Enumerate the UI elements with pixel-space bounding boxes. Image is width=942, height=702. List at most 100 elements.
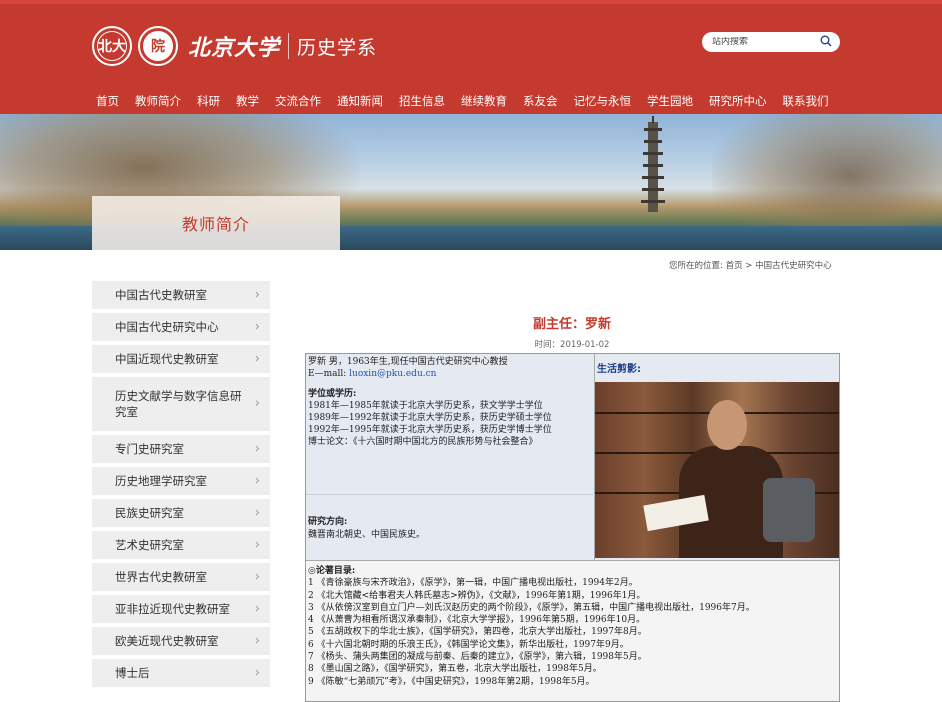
nav-student[interactable]: 学生园地 (647, 93, 693, 109)
sidebar-item-historical-geography[interactable]: 历史地理学研究室 › (92, 467, 270, 495)
profile-table: 罗新 男，1963年生,现任中国古代史研究中心教授 E—mall: luoxin… (305, 353, 840, 702)
publication-item: 9 《陈敏“七弟顽冗”考》，《中国史研究》，1998年第2期，1998年5月。 (308, 676, 595, 687)
nav-exchange[interactable]: 交流合作 (275, 93, 321, 109)
sidebar-item-label: 历史地理学研究室 (115, 474, 207, 488)
research-direction: 魏晋南北朝史、中国民族史。 (308, 530, 426, 540)
nav-alumni[interactable]: 系友会 (523, 93, 558, 109)
education-item: 1981年—1985年就读于北京大学历史系，获文学学士学位 (308, 401, 543, 411)
email-label: E—mall: (308, 369, 347, 379)
chevron-right-icon: › (254, 441, 260, 457)
chevron-right-icon: › (254, 633, 260, 649)
university-seal-icon: 北大 (92, 26, 132, 66)
dissertation: 博士论文：《十六国时期中国北方的民族形势与社会整合》 (308, 437, 538, 447)
department-seal-icon: 院 (138, 26, 178, 66)
profile-info-cell: 罗新 男，1963年生,现任中国古代史研究中心教授 E—mall: luoxin… (306, 354, 595, 561)
publications-section: ◎论著目录: 1 《青徐豪族与宋齐政治》，《原学》，第一辑，中国广播电视出版社，… (306, 562, 839, 688)
sidebar-item-modern-history-dept[interactable]: 中国近现代史教研室 › (92, 345, 270, 373)
sidebar-item-ethnic-history[interactable]: 民族史研究室 › (92, 499, 270, 527)
education-item: 1989年—1992年就读于北京大学历史系，获历史学硕士学位 (308, 413, 552, 423)
sidebar-item-label: 历史文献学与数字信息研究室 (115, 389, 242, 419)
sidebar-item-postdoc[interactable]: 博士后 › (92, 659, 270, 687)
sidebar-item-label: 中国古代史教研室 (115, 288, 207, 302)
chevron-right-icon: › (254, 351, 260, 367)
sidebar-item-label: 中国近现代史教研室 (115, 352, 219, 366)
section-title: 教师简介 (181, 215, 250, 234)
article-title: 副主任：罗新 (532, 317, 611, 332)
email-link[interactable]: luoxin@pku.edu.cn (349, 369, 436, 379)
sidebar-menu: 中国古代史教研室 › 中国古代史研究中心 › 中国近现代史教研室 › 历史文献学与数字… (92, 281, 270, 691)
publication-item: 1 《青徐豪族与宋齐政治》，《原学》，第一辑，中国广播电视出版社，1994年2月… (308, 578, 638, 589)
sidebar-item-label: 亚非拉近现代史教研室 (115, 602, 230, 616)
chevron-right-icon: › (254, 319, 260, 335)
header-strip (0, 0, 942, 4)
sidebar-item-ancient-history-dept[interactable]: 中国古代史教研室 › (92, 281, 270, 309)
sidebar-item-europe-america[interactable]: 欧美近现代史教研室 › (92, 627, 270, 655)
publication-item: 5 《五胡政权下的华北士族》，《国学研究》，第四卷，北京大学出版社，1997年8… (308, 627, 647, 638)
sidebar-item-label: 世界古代史教研室 (115, 570, 207, 584)
sidebar-item-historical-documents[interactable]: 历史文献学与数字信息研究室 › (92, 377, 270, 431)
nav-home[interactable]: 首页 (96, 93, 119, 109)
university-logo[interactable]: 北大 院 北京大学 历史学系 (92, 24, 377, 68)
nav-faculty[interactable]: 教师简介 (135, 93, 181, 109)
chevron-right-icon: › (254, 473, 260, 489)
publications-heading: ◎论著目录: (308, 566, 356, 576)
nav-teaching[interactable]: 教学 (236, 93, 259, 109)
chevron-right-icon: › (254, 287, 260, 303)
profile-photo (595, 382, 839, 558)
sidebar-item-label: 民族史研究室 (115, 506, 184, 520)
department-name: 历史学系 (297, 36, 378, 59)
sidebar-item-label: 中国古代史研究中心 (115, 320, 219, 334)
main-nav: 首页 教师简介 科研 教学 交流合作 通知新闻 招生信息 继续教育 系友会 记忆… (96, 93, 845, 109)
university-name: 北京大学 (188, 35, 281, 61)
photo-backpack (763, 478, 815, 542)
profile-photo-cell: 生活剪影: (595, 354, 839, 561)
sidebar-item-asia-africa-latin-america[interactable]: 亚非拉近现代史教研室 › (92, 595, 270, 623)
search-icon[interactable] (820, 35, 832, 47)
education-heading: 学位或学历: (308, 389, 357, 399)
email-row: E—mall: luoxin@pku.edu.cn (306, 368, 594, 380)
chevron-right-icon: › (254, 665, 260, 681)
sidebar-item-specialized-history[interactable]: 专门史研究室 › (92, 435, 270, 463)
bio-intro: 罗新 男，1963年生,现任中国古代史研究中心教授 (308, 357, 508, 367)
chevron-right-icon: › (254, 505, 260, 521)
nav-news[interactable]: 通知新闻 (337, 93, 383, 109)
chevron-right-icon: › (254, 396, 260, 411)
cell-divider (306, 494, 595, 495)
publication-item: 6 《十六国北朝时期的乐浪王氏》，《韩国学论文集》，新华出版社，1997年9月。 (308, 639, 629, 650)
breadcrumb[interactable]: 您所在的位置: 首页 > 中国古代史研究中心 (669, 259, 832, 271)
section-title-box: 教师简介 (92, 196, 340, 250)
publication-item: 8 《墨山国之路》，《国学研究》，第五卷，北京大学出版社，1998年5月。 (308, 664, 602, 675)
publication-item: 4 《从萧曹为相看所谓汉承秦制》，《北京大学学报》，1996年第5期，1996年… (308, 615, 646, 626)
photo-label: 生活剪影: (597, 364, 641, 375)
pagoda-icon (641, 116, 665, 212)
search-input[interactable] (712, 37, 812, 47)
sidebar-item-label: 专门史研究室 (115, 442, 184, 456)
article-date: 时间：2019-01-02 (534, 340, 610, 350)
nav-institutes[interactable]: 研究所中心 (709, 93, 767, 109)
seal-glyph: 院 (143, 31, 173, 61)
chevron-right-icon: › (254, 601, 260, 617)
sidebar-item-label: 欧美近现代史教研室 (115, 634, 219, 648)
publication-item: 3 《从依傍汉室到自立门户—刘氏汉赵历史的两个阶段》，《原学》，第五辑，中国广播… (308, 602, 755, 613)
sidebar-item-world-ancient-history[interactable]: 世界古代史教研室 › (92, 563, 270, 591)
chevron-right-icon: › (254, 537, 260, 553)
sidebar-item-art-history[interactable]: 艺术史研究室 › (92, 531, 270, 559)
nav-research[interactable]: 科研 (197, 93, 220, 109)
nav-continuing-education[interactable]: 继续教育 (461, 93, 507, 109)
education-item: 1992年—1995年就读于北京大学历史系，获历史学博士学位 (308, 425, 552, 435)
search-box (702, 32, 840, 52)
sidebar-item-label: 博士后 (115, 666, 150, 680)
publication-item: 2 《北大馆藏<给事君夫人韩氏墓志>辨伪》，《文献》，1996年第1期，1996… (308, 590, 646, 601)
research-heading: 研究方向: (308, 517, 348, 527)
campus-banner-image: 教师简介 (0, 114, 942, 250)
nav-contact[interactable]: 联系我们 (783, 93, 829, 109)
seal-glyph: 北大 (97, 31, 127, 61)
publication-item: 7 《杨头、蒲头两集团的凝成与前秦、后秦的建立》，《原学》，第六辑，1998年5… (308, 652, 647, 663)
sidebar-item-label: 艺术史研究室 (115, 538, 184, 552)
photo-person-head (707, 400, 747, 450)
sidebar-item-ancient-history-center[interactable]: 中国古代史研究中心 › (92, 313, 270, 341)
nav-memory[interactable]: 记忆与永恒 (574, 93, 632, 109)
nav-admissions[interactable]: 招生信息 (399, 93, 445, 109)
logo-divider (288, 33, 290, 59)
chevron-right-icon: › (254, 569, 260, 585)
